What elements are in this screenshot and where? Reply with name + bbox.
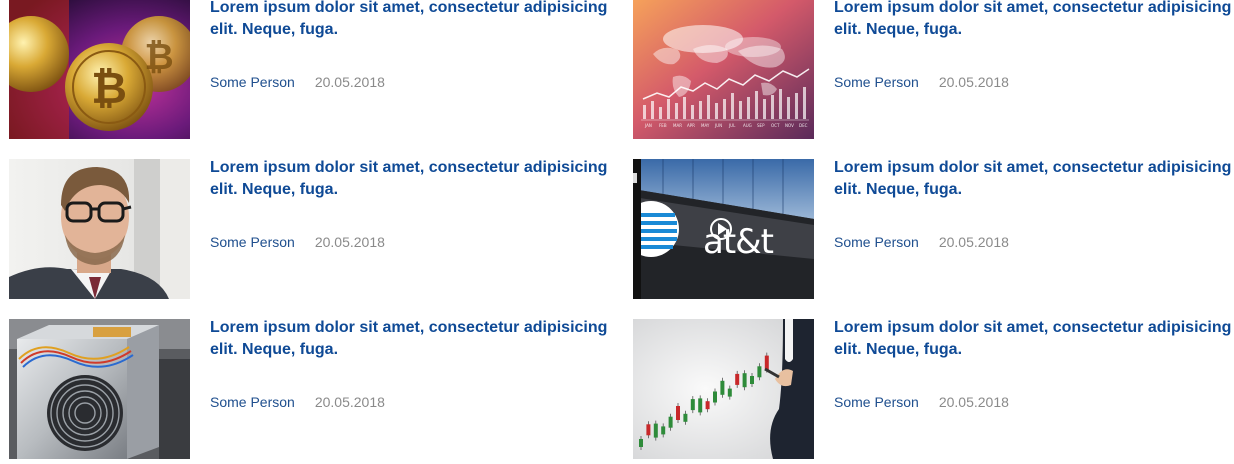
article-title[interactable]: Lorem ipsum dolor sit amet, consectetur … [834,157,1234,201]
svg-text:MAR: MAR [673,123,682,128]
article-date: 20.05.2018 [314,234,385,250]
article-author[interactable]: Some Person [834,234,919,250]
article-meta: Some Person 20.05.2018 [210,73,385,91]
candlestick-chart-image[interactable] [633,319,814,459]
news-card: at&t Lorem ipsum dolor sit amet, consect… [633,159,1234,299]
article-date: 20.05.2018 [314,394,385,410]
article-author[interactable]: Some Person [210,394,295,410]
article-meta: Some Person 20.05.2018 [834,233,1009,251]
article-title[interactable]: Lorem ipsum dolor sit amet, consectetur … [210,157,615,201]
article-meta: Some Person 20.05.2018 [834,73,1009,91]
svg-text:SEP: SEP [757,123,765,128]
bitcoin-coins-image[interactable]: ₿ ₿ [9,0,190,139]
svg-text:₿: ₿ [91,63,127,114]
article-title[interactable]: Lorem ipsum dolor sit amet, consectetur … [834,317,1234,361]
mining-rig-image[interactable] [9,319,190,459]
news-card: ₿ ₿ Lorem ipsum dolor sit amet, consecte… [9,0,619,139]
article-date: 20.05.2018 [938,394,1009,410]
news-grid: ₿ ₿ Lorem ipsum dolor sit amet, consecte… [0,0,1234,464]
article-meta: Some Person 20.05.2018 [834,393,1009,411]
svg-text:JUL: JUL [728,123,736,128]
article-author[interactable]: Some Person [834,394,919,410]
article-meta: Some Person 20.05.2018 [210,393,385,411]
att-building-image[interactable]: at&t [633,159,814,299]
svg-text:JUN: JUN [714,123,722,128]
svg-text:JAN: JAN [644,123,652,128]
svg-text:NOV: NOV [785,123,794,128]
article-date: 20.05.2018 [938,234,1009,250]
article-title[interactable]: Lorem ipsum dolor sit amet, consectetur … [834,0,1234,41]
svg-text:at&t: at&t [703,222,774,262]
article-meta: Some Person 20.05.2018 [210,233,385,251]
news-card: Lorem ipsum dolor sit amet, consectetur … [9,159,619,299]
article-title[interactable]: Lorem ipsum dolor sit amet, consectetur … [210,0,615,41]
article-author[interactable]: Some Person [834,74,919,90]
news-card: Lorem ipsum dolor sit amet, consectetur … [9,319,619,459]
svg-text:FEB: FEB [659,123,667,128]
svg-text:AUG: AUG [743,123,752,128]
businessman-glasses-image[interactable] [9,159,190,299]
news-card: JAN FEB MAR APR MAY JUN JUL AUG SEP OCT NOV DEC Lor… [633,0,1234,139]
svg-text:OCT: OCT [771,123,780,128]
news-card: Lorem ipsum dolor sit amet, consectetur … [633,319,1234,459]
article-date: 20.05.2018 [938,74,1009,90]
svg-text:₿: ₿ [144,37,173,78]
svg-text:MAY: MAY [701,123,710,128]
article-author[interactable]: Some Person [210,74,295,90]
article-author[interactable]: Some Person [210,234,295,250]
article-title[interactable]: Lorem ipsum dolor sit amet, consectetur … [210,317,615,361]
svg-text:DEC: DEC [799,123,808,128]
svg-text:APR: APR [687,123,695,128]
article-date: 20.05.2018 [314,74,385,90]
world-map-chart-image[interactable]: JAN FEB MAR APR MAY JUN JUL AUG SEP OCT NOV DEC [633,0,814,139]
